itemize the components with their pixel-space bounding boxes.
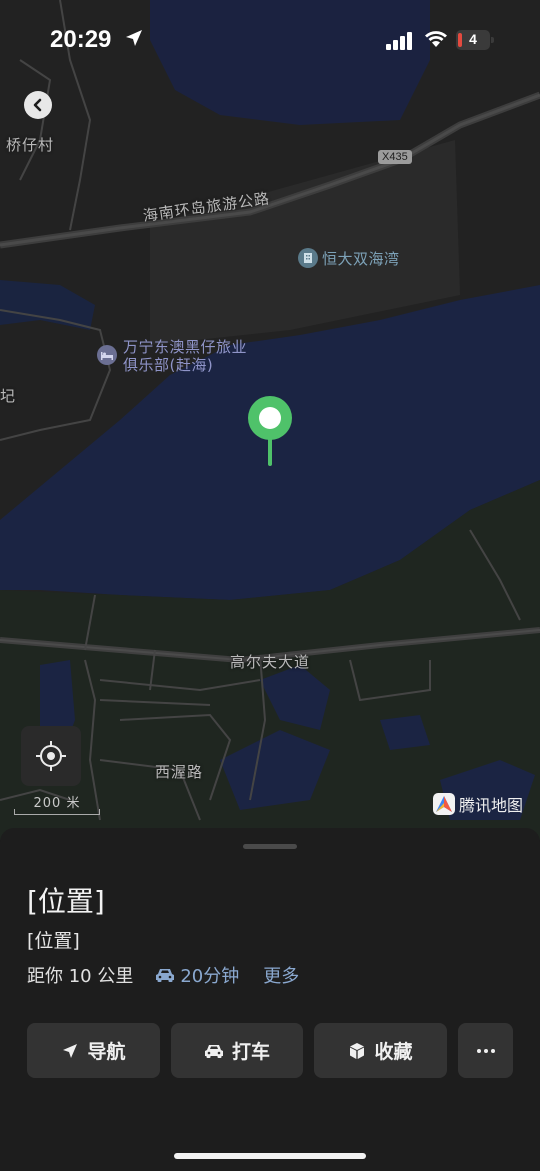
favorite-button-label: 收藏	[374, 1041, 413, 1063]
map-label-west-road: 西渥路	[155, 763, 204, 781]
box-icon	[350, 1042, 365, 1059]
place-detail-sheet[interactable]: [位置] [位置] 距你 10 公里 20分钟 更多 导航 打车 收藏	[0, 828, 540, 1171]
sheet-drag-handle[interactable]	[243, 844, 297, 849]
battery-level-text: 4	[469, 31, 477, 47]
drive-time-text: 20分钟	[180, 966, 240, 987]
location-arrow-icon	[126, 30, 142, 46]
map-label-edge: 圮	[0, 387, 17, 405]
navigate-button-label: 导航	[87, 1041, 126, 1063]
map-pin-icon	[248, 396, 292, 466]
poi-label-club-line1: 万宁东澳黑仔旅业	[123, 338, 248, 356]
drive-time[interactable]: 20分钟	[155, 962, 239, 988]
map-brand-label: 腾讯地图	[459, 796, 524, 815]
map-brand: 腾讯地图	[433, 792, 523, 816]
battery-indicator: 4	[456, 30, 494, 50]
building-icon[interactable]	[298, 248, 318, 268]
chevron-left-icon	[33, 98, 42, 112]
back-button[interactable]	[24, 91, 52, 119]
car-icon	[156, 969, 175, 982]
car-icon	[204, 1044, 223, 1058]
favorite-button[interactable]: 收藏	[314, 1023, 447, 1078]
locate-me-button[interactable]	[21, 726, 81, 786]
battery-tip	[491, 37, 494, 43]
wifi-icon	[425, 31, 447, 47]
map-scale: 200 米	[14, 792, 102, 816]
taxi-button-label: 打车	[231, 1041, 270, 1063]
poi-label-club[interactable]: 万宁东澳黑仔旅业 俱乐部(赶海)	[123, 338, 247, 374]
tencent-map-logo-icon	[433, 793, 455, 815]
distance-text: 距你 10 公里	[27, 966, 134, 987]
more-link[interactable]: 更多	[263, 962, 299, 988]
more-options-button[interactable]	[458, 1023, 513, 1078]
status-bar: 20:29 4	[0, 0, 540, 80]
crosshair-icon	[36, 741, 66, 771]
navigation-arrow-icon	[63, 1043, 78, 1058]
map-label-golf-road: 高尔夫大道	[230, 653, 311, 671]
home-indicator[interactable]	[174, 1153, 366, 1159]
place-subtitle: [位置]	[27, 930, 80, 952]
place-title: [位置]	[27, 885, 105, 918]
ellipsis-icon	[476, 1048, 495, 1053]
map-scale-bar	[14, 809, 100, 815]
place-info-row: 距你 10 公里 20分钟 更多	[27, 962, 299, 988]
cellular-signal-icon	[386, 32, 412, 50]
map-label-village: 桥仔村	[6, 136, 55, 154]
poi-label-resort[interactable]: 恒大双海湾	[322, 250, 400, 268]
map-view[interactable]: 桥仔村 X435 海南环岛旅游公路 恒大双海湾 万宁东澳黑仔旅业 俱乐部(赶海)…	[0, 0, 540, 840]
road-shield-x435: X435	[378, 150, 412, 164]
hotel-bed-icon[interactable]	[97, 345, 117, 365]
taxi-button[interactable]: 打车	[171, 1023, 303, 1078]
poi-label-club-line2: 俱乐部(赶海)	[123, 356, 214, 374]
navigate-button[interactable]: 导航	[27, 1023, 160, 1078]
location-pin[interactable]	[248, 396, 292, 472]
status-time: 20:29	[50, 26, 112, 53]
